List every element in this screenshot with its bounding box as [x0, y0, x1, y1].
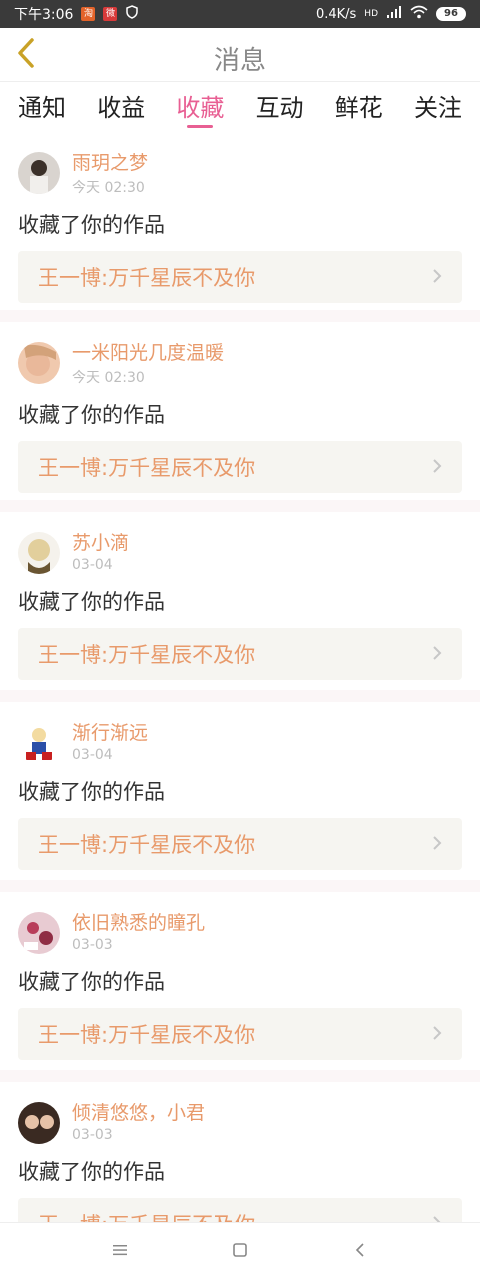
home-button[interactable]	[220, 1232, 260, 1272]
timestamp: 03-03	[72, 937, 113, 953]
tab-interactions[interactable]: 互动	[256, 82, 304, 132]
weibo-app-icon: 微	[103, 7, 118, 21]
work-link[interactable]: 王一博:万千星辰不及你	[18, 1198, 462, 1222]
list-item: 苏小滴 03-04 收藏了你的作品 王一博:万千星辰不及你	[0, 512, 480, 690]
tab-follows[interactable]: 关注	[414, 82, 462, 132]
menu-icon	[111, 1242, 129, 1261]
chevron-right-icon	[432, 642, 442, 666]
list-item: 倾清悠悠，小君 03-03 收藏了你的作品 王一博:万千星辰不及你	[0, 1082, 480, 1222]
action-text: 收藏了你的作品	[18, 590, 165, 614]
work-title: 王一博:万千星辰不及你	[38, 643, 256, 667]
action-text: 收藏了你的作品	[18, 213, 165, 237]
tab-bar: 通知 收益 收藏 互动 鲜花 关注	[0, 82, 480, 132]
tab-earnings[interactable]: 收益	[97, 82, 145, 132]
chevron-right-icon	[432, 1212, 442, 1222]
system-back-button[interactable]	[340, 1232, 380, 1272]
list-item: 渐行渐远 03-04 收藏了你的作品 王一博:万千星辰不及你	[0, 702, 480, 880]
home-icon	[231, 1241, 249, 1263]
work-link[interactable]: 王一博:万千星辰不及你	[18, 441, 462, 493]
avatar[interactable]	[18, 342, 60, 384]
work-link[interactable]: 王一博:万千星辰不及你	[18, 1008, 462, 1060]
action-text: 收藏了你的作品	[18, 403, 165, 427]
user-name[interactable]: 雨玥之梦	[72, 152, 148, 174]
avatar[interactable]	[18, 152, 60, 194]
list-item: 雨玥之梦 今天 02:30 收藏了你的作品 王一博:万千星辰不及你	[0, 132, 480, 310]
header: 消息	[0, 28, 480, 82]
tab-favorites[interactable]: 收藏	[176, 82, 224, 132]
page-title: 消息	[213, 46, 266, 76]
avatar[interactable]	[18, 722, 60, 764]
user-name[interactable]: 苏小滴	[72, 532, 129, 554]
work-link[interactable]: 王一博:万千星辰不及你	[18, 818, 462, 870]
network-speed: 0.4K/s	[315, 6, 357, 22]
status-bar: 下午3:06 淘 微 0.4K/s HD 96	[0, 0, 480, 28]
work-title: 王一博:万千星辰不及你	[38, 456, 256, 480]
menu-button[interactable]	[100, 1232, 140, 1272]
work-title: 王一博:万千星辰不及你	[38, 1023, 256, 1047]
taobao-app-icon: 淘	[81, 7, 96, 21]
status-time: 下午3:06	[14, 7, 74, 23]
work-link[interactable]: 王一博:万千星辰不及你	[18, 628, 462, 680]
user-name[interactable]: 依旧熟悉的瞳孔	[72, 912, 205, 934]
timestamp: 03-03	[72, 1127, 113, 1143]
battery-indicator: 96	[436, 7, 466, 21]
avatar[interactable]	[18, 1102, 60, 1144]
avatar[interactable]	[18, 912, 60, 954]
list-item: 一米阳光几度温暖 今天 02:30 收藏了你的作品 王一博:万千星辰不及你	[0, 322, 480, 500]
message-list: 雨玥之梦 今天 02:30 收藏了你的作品 王一博:万千星辰不及你 一米阳光几度…	[0, 132, 480, 1222]
user-name[interactable]: 一米阳光几度温暖	[72, 342, 224, 364]
network-type: HD	[364, 9, 378, 19]
chevron-right-icon	[432, 265, 442, 289]
work-title: 王一博:万千星辰不及你	[38, 266, 256, 290]
timestamp: 今天 02:30	[72, 180, 145, 196]
tab-notifications[interactable]: 通知	[18, 82, 66, 132]
work-title: 王一博:万千星辰不及你	[38, 1209, 255, 1222]
system-nav-bar	[0, 1222, 480, 1280]
user-name[interactable]: 倾清悠悠，小君	[72, 1102, 205, 1124]
wifi-icon	[410, 5, 428, 23]
chevron-right-icon	[432, 832, 442, 856]
work-link[interactable]: 王一博:万千星辰不及你	[18, 251, 462, 303]
back-icon	[353, 1241, 367, 1263]
chevron-right-icon	[432, 455, 442, 479]
tab-flowers[interactable]: 鲜花	[335, 82, 383, 132]
chevron-right-icon	[432, 1022, 442, 1046]
signal-icon	[386, 5, 402, 23]
action-text: 收藏了你的作品	[18, 780, 165, 804]
timestamp: 今天 02:30	[72, 370, 145, 386]
user-name[interactable]: 渐行渐远	[72, 722, 148, 744]
action-text: 收藏了你的作品	[18, 970, 165, 994]
timestamp: 03-04	[72, 747, 113, 763]
work-title: 王一博:万千星辰不及你	[38, 833, 256, 857]
list-item: 依旧熟悉的瞳孔 03-03 收藏了你的作品 王一博:万千星辰不及你	[0, 892, 480, 1070]
action-text: 收藏了你的作品	[18, 1160, 165, 1184]
avatar[interactable]	[18, 532, 60, 574]
shield-icon	[125, 5, 139, 23]
timestamp: 03-04	[72, 557, 113, 573]
